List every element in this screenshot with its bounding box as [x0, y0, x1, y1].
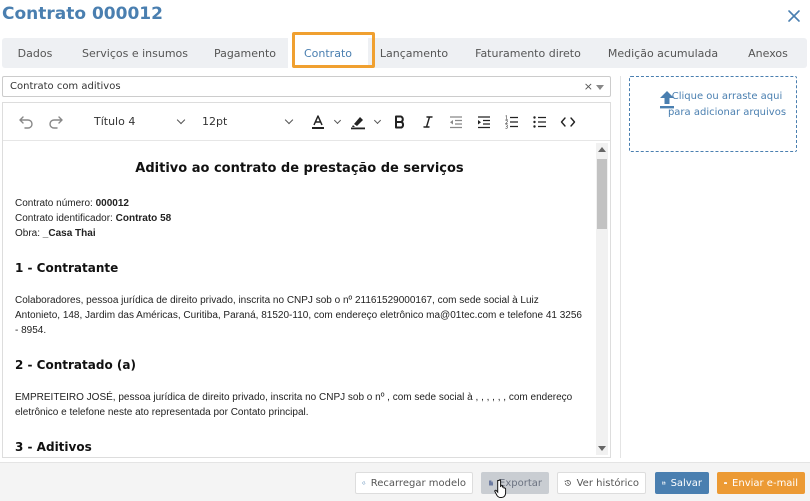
contract-id: Contrato 58: [115, 213, 172, 224]
view-history-button[interactable]: Ver histórico: [557, 472, 646, 494]
history-icon: [564, 480, 571, 486]
tab-anexos[interactable]: Anexos: [730, 38, 806, 68]
document-content[interactable]: Aditivo ao contrato de prestação de serv…: [3, 143, 596, 457]
tab-contrato[interactable]: Contrato: [288, 38, 368, 68]
save-icon: [662, 481, 666, 485]
indent-icon: [478, 115, 490, 128]
chevron-down-icon[interactable]: [596, 85, 604, 90]
section-contratado-title: 2 - Contratado (a): [15, 358, 136, 372]
chevron-down-icon: [176, 115, 186, 125]
envelope-icon: [724, 481, 727, 485]
undo-button[interactable]: [14, 110, 38, 134]
file-dropzone[interactable]: Clique ou arraste aqui para adicionar ar…: [629, 76, 797, 152]
save-label: Salvar: [670, 477, 702, 489]
export-icon: [489, 480, 494, 486]
highlight-color-button[interactable]: [346, 110, 370, 134]
redo-icon: [49, 115, 63, 129]
document-scrollbar[interactable]: [596, 143, 608, 455]
contract-id-line: Contrato identificador: Contrato 58: [15, 211, 584, 226]
section-contratante-text: Colaboradores, pessoa jurídica de direit…: [15, 295, 582, 336]
contract-number: 000012: [95, 198, 129, 209]
work-line: Obra: _Casa Thai: [15, 226, 584, 241]
export-label: Exportar: [499, 477, 542, 489]
reload-template-label: Recarregar modelo: [370, 477, 466, 489]
export-button[interactable]: Exportar: [481, 472, 549, 494]
dropzone-label: Clique ou arraste aqui para adicionar ar…: [667, 91, 787, 118]
font-size-select-value: 12pt: [202, 115, 228, 128]
view-history-label: Ver histórico: [576, 477, 639, 489]
heading-select[interactable]: Título 4: [88, 110, 190, 134]
bullet-list-icon: [533, 115, 546, 128]
font-size-select[interactable]: 12pt: [196, 110, 298, 134]
outdent-button[interactable]: [444, 110, 468, 134]
clear-icon[interactable]: ×: [584, 80, 593, 93]
reload-template-button[interactable]: Recarregar modelo: [355, 472, 473, 494]
section-contratante-title: 1 - Contratante: [15, 261, 119, 275]
modal-header: Contrato 000012: [0, 0, 810, 36]
contract-id-label: Contrato identificador:: [15, 213, 116, 224]
close-icon: [788, 10, 800, 22]
bullet-list-button[interactable]: [528, 110, 552, 134]
ordered-list-button[interactable]: 123: [500, 110, 524, 134]
template-select-value: Contrato com aditivos: [10, 81, 121, 92]
chevron-down-icon: [373, 116, 381, 124]
section-contratado-text: EMPREITEIRO JOSÉ, pessoa jurídica de dir…: [15, 392, 573, 418]
code-icon: [560, 116, 576, 127]
send-email-button[interactable]: Enviar e-mail: [717, 472, 805, 494]
chevron-down-icon: [284, 115, 294, 125]
contract-metadata: Contrato número: 000012 Contrato identif…: [15, 196, 584, 241]
scroll-thumb[interactable]: [597, 159, 607, 229]
refresh-icon: [362, 481, 366, 485]
template-select[interactable]: Contrato com aditivos ×: [2, 76, 611, 97]
send-email-label: Enviar e-mail: [732, 477, 798, 489]
outdent-icon: [450, 115, 462, 128]
work-name: _Casa Thai: [42, 228, 96, 239]
chevron-down-icon: [333, 116, 341, 124]
modal-footer: Recarregar modelo Exportar Ver histórico…: [0, 462, 810, 501]
tab-lancamento[interactable]: Lançamento: [368, 38, 460, 68]
work-label: Obra:: [15, 228, 43, 239]
section-aditivos-title: 3 - Aditivos: [15, 440, 92, 454]
indent-button[interactable]: [472, 110, 496, 134]
contract-number-line: Contrato número: 000012: [15, 196, 584, 211]
text-color-icon: [312, 114, 324, 129]
tab-pagamento[interactable]: Pagamento: [202, 38, 288, 68]
italic-icon: [423, 115, 433, 128]
text-color-button[interactable]: [306, 110, 330, 134]
source-code-button[interactable]: [556, 110, 580, 134]
undo-icon: [19, 115, 33, 129]
tab-faturamento-direto[interactable]: Faturamento direto: [460, 38, 596, 68]
editor-toolbar: Título 4 12pt 1 2 3: [3, 103, 610, 141]
tab-medicao-acumulada[interactable]: Medição acumulada: [596, 38, 730, 68]
rich-text-editor: Título 4 12pt 1 2 3 Aditivo ao contrato …: [2, 102, 611, 458]
tab-servicos-insumos[interactable]: Serviços e insumos: [68, 38, 202, 68]
scroll-down-icon[interactable]: [598, 446, 606, 451]
redo-button[interactable]: [44, 110, 68, 134]
contract-number-label: Contrato número:: [15, 198, 96, 209]
text-color-dropdown[interactable]: [330, 110, 344, 134]
tab-dados[interactable]: Dados: [2, 38, 68, 68]
tab-bar: Dados Serviços e insumos Pagamento Contr…: [2, 38, 807, 68]
document-title: Aditivo ao contrato de prestação de serv…: [135, 161, 464, 176]
bold-icon: [395, 115, 404, 128]
heading-select-value: Título 4: [94, 115, 136, 128]
svg-text:3: 3: [505, 124, 508, 130]
ordered-list-icon: 123: [505, 115, 518, 130]
bold-button[interactable]: [388, 110, 412, 134]
close-button[interactable]: [784, 6, 804, 26]
page-title: Contrato 000012: [2, 4, 163, 24]
panel-divider: [620, 76, 621, 458]
highlight-color-dropdown[interactable]: [370, 110, 384, 134]
scroll-up-icon[interactable]: [598, 147, 606, 152]
italic-button[interactable]: [416, 110, 440, 134]
highlighter-icon: [351, 116, 365, 129]
save-button[interactable]: Salvar: [655, 472, 709, 494]
